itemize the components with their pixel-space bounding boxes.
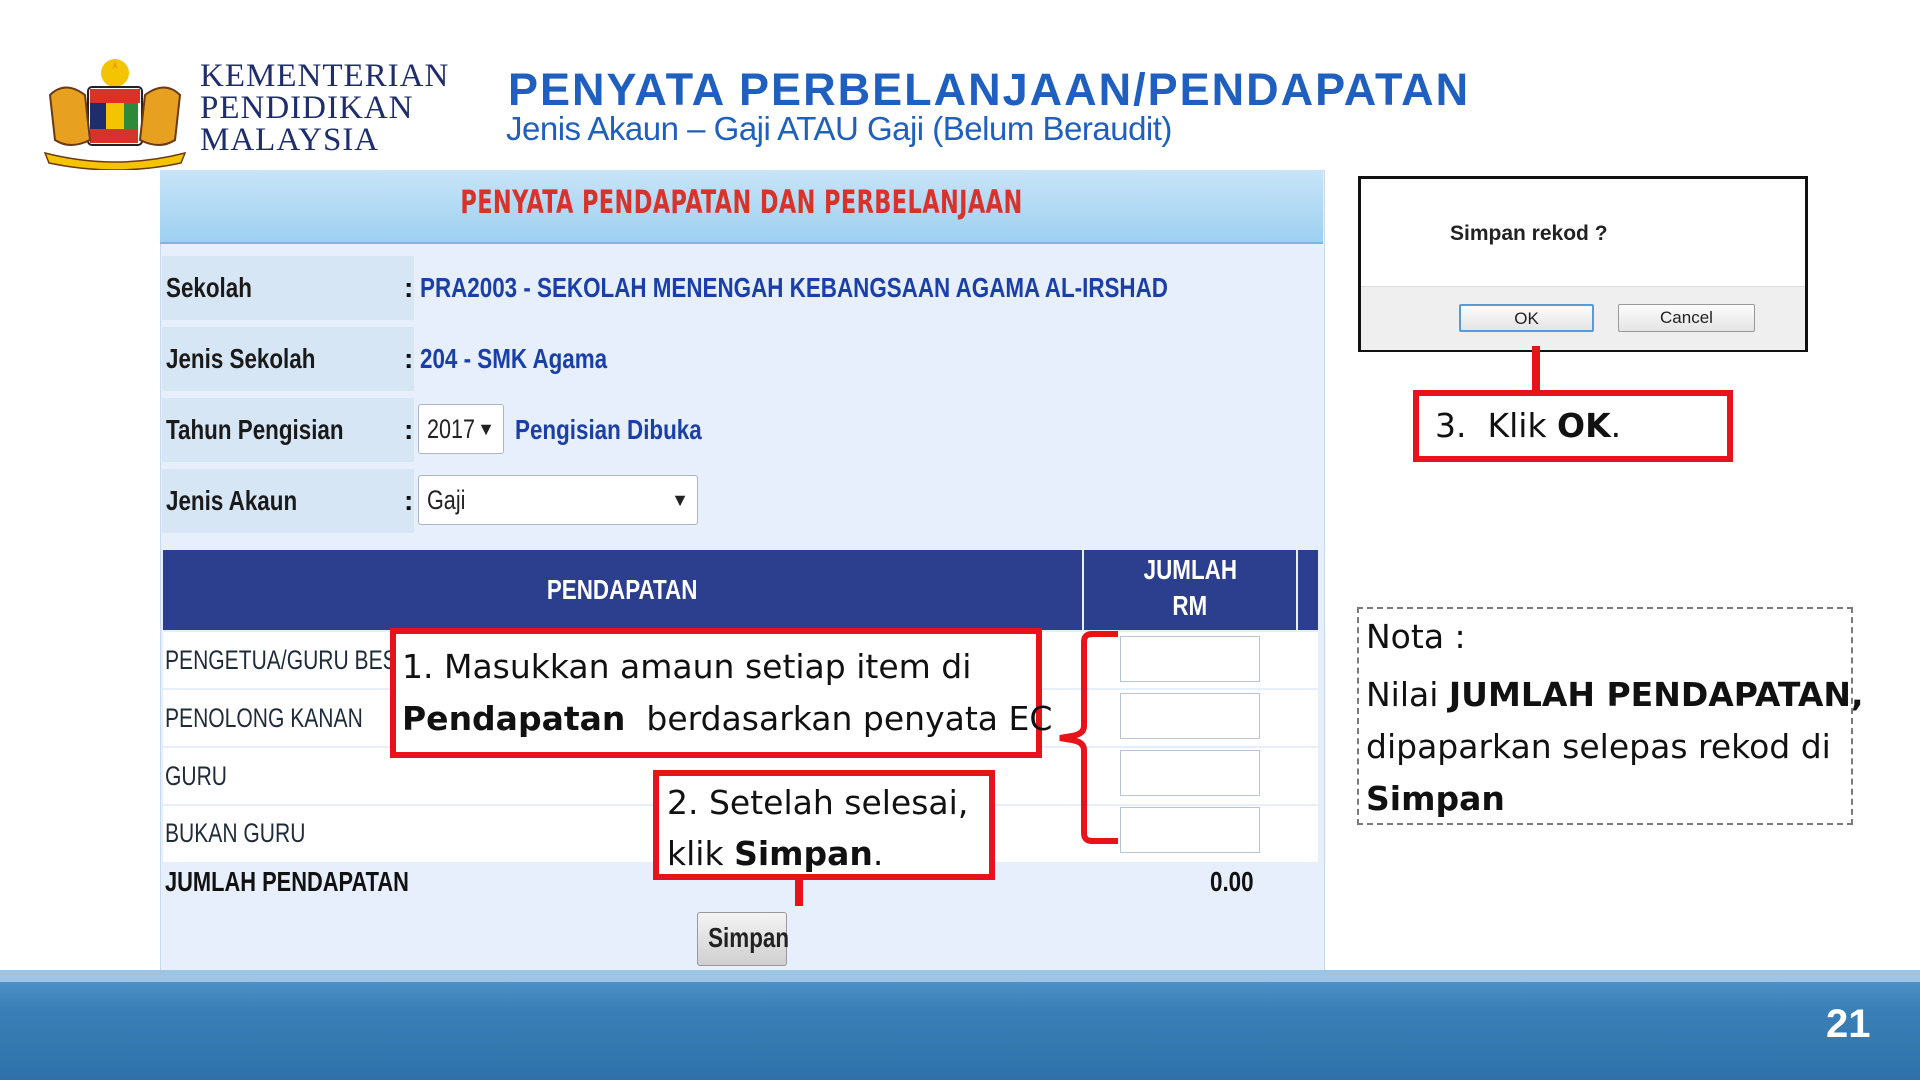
column-divider (1296, 550, 1298, 630)
instruction-step-1: 1. Masukkan amaun setiap item di Pendapa… (390, 628, 1053, 758)
amount-input-guru[interactable] (1120, 750, 1260, 796)
year-select-value: 2017 (427, 414, 476, 444)
row-label: PENGETUA/GURU BESAR (165, 645, 426, 675)
field-label-jenis-akaun: Jenis Akaun (162, 469, 414, 533)
note-line-2: dipaparkan selepas rekod di (1366, 727, 1831, 766)
column-header-jumlah: JUMLAH RM (1143, 554, 1237, 621)
ministry-line-1: KEMENTERIAN (200, 58, 450, 94)
field-label-tahun-pengisian: Tahun Pengisian (162, 398, 414, 462)
field-label-sekolah: Sekolah (162, 256, 414, 320)
dropdown-arrow-icon: ▼ (477, 419, 495, 439)
dialog-ok-button[interactable]: OK (1459, 304, 1594, 332)
slide-subtitle: Jenis Akaun – Gaji ATAU Gaji (Belum Bera… (506, 110, 1172, 147)
dialog-cancel-button[interactable]: Cancel (1618, 304, 1755, 332)
save-button[interactable]: Simpan (697, 912, 789, 966)
form-title: PENYATA PENDAPATAN DAN PERBELANJAAN (460, 183, 1023, 221)
dropdown-arrow-icon: ▼ (671, 490, 689, 510)
amount-input-bukan-guru[interactable] (1120, 807, 1260, 853)
note-line-3: Simpan (1366, 779, 1505, 818)
malaysia-coat-of-arms-icon (40, 55, 190, 171)
filling-status: Pengisian Dibuka (515, 414, 702, 445)
step-2-line-2: klik Simpan. (667, 834, 884, 873)
ministry-line-2: PENDIDIKAN (200, 90, 414, 126)
total-label: JUMLAH PENDAPATAN (165, 866, 409, 897)
step-1-line-1: 1. Masukkan amaun setiap item di (402, 647, 972, 686)
amount-input-pengetua[interactable] (1120, 636, 1260, 682)
ministry-line-3: MALAYSIA (200, 122, 380, 158)
callout-connector (1532, 346, 1540, 394)
field-label-jenis-sekolah: Jenis Sekolah (162, 327, 414, 391)
instruction-step-3: 3. Klik OK. (1413, 390, 1733, 462)
form-title-bar: PENYATA PENDAPATAN DAN PERBELANJAAN (160, 170, 1323, 244)
colon: : (404, 343, 414, 374)
footer-bar (0, 970, 1920, 1080)
field-value-jenis-sekolah: 204 - SMK Agama (420, 343, 608, 374)
step-3-text: 3. Klik OK. (1435, 406, 1622, 445)
row-label: BUKAN GURU (165, 818, 306, 848)
amount-input-penolong-kanan[interactable] (1120, 693, 1260, 739)
account-type-value: Gaji (427, 485, 466, 515)
row-label: PENOLONG KANAN (165, 703, 363, 733)
colon: : (404, 272, 414, 303)
instruction-step-2: 2. Setelah selesai, klik Simpan. (653, 770, 995, 880)
row-label: GURU (165, 761, 228, 791)
colon: : (404, 485, 414, 516)
note-line-1: Nilai JUMLAH PENDAPATAN, (1366, 675, 1864, 714)
account-type-select[interactable]: Gaji ▼ (418, 475, 698, 525)
callout-connector (795, 880, 803, 906)
ministry-name: KEMENTERIAN PENDIDIKAN MALAYSIA (200, 58, 450, 158)
field-value-sekolah: PRA2003 - SEKOLAH MENENGAH KEBANGSAAN AG… (420, 272, 1168, 303)
colon: : (404, 414, 414, 445)
step-1-line-2: Pendapatan berdasarkan penyata EC (402, 699, 1053, 738)
step-2-line-1: 2. Setelah selesai, (667, 783, 969, 822)
slide-title: PENYATA PERBELANJAAN/PENDAPATAN (508, 64, 1471, 115)
note-title: Nota : (1366, 617, 1466, 656)
dialog-message: Simpan rekod ? (1450, 222, 1608, 245)
total-value: 0.00 (1210, 866, 1254, 897)
column-header-pendapatan: PENDAPATAN (546, 574, 698, 605)
bracket-annotation (1050, 630, 1120, 845)
footer-highlight (0, 970, 1920, 982)
page-number: 21 (1826, 1002, 1871, 1046)
year-select[interactable]: 2017 ▼ (418, 404, 504, 454)
note-box: Nota : Nilai JUMLAH PENDAPATAN, dipapark… (1357, 607, 1864, 825)
